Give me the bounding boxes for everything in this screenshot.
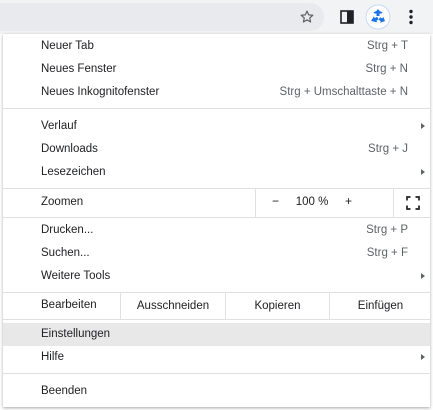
menu-item-shortcut: Strg + T: [366, 40, 408, 52]
menu-item-zoom: Zoomen − 100 % +: [3, 189, 430, 217]
menu-item-label: Einstellungen: [41, 328, 111, 340]
zoom-label: Zoomen: [41, 196, 84, 208]
menu-item-new-incognito-window[interactable]: Neues Inkognitofenster Strg + Umschaltta…: [3, 81, 430, 104]
menu-item-edit: Bearbeiten Ausschneiden Kopieren Einfüge…: [3, 293, 430, 319]
star-icon[interactable]: [294, 4, 320, 30]
submenu-arrow-icon: [421, 123, 425, 129]
zoom-out-button[interactable]: −: [272, 194, 279, 208]
menu-item-label: Verlauf: [41, 120, 77, 132]
zoom-in-button[interactable]: +: [345, 194, 352, 208]
menu-item-label: Neues Fenster: [41, 63, 117, 75]
fullscreen-button[interactable]: [393, 189, 432, 217]
menu-item-more-tools[interactable]: Weitere Tools: [3, 265, 430, 288]
menu-item-label: Downloads: [41, 143, 98, 155]
menu-item-label: Hilfe: [41, 351, 65, 363]
copy-button[interactable]: Kopieren: [225, 293, 329, 319]
address-bar[interactable]: [0, 3, 324, 31]
browser-toolbar: [0, 0, 433, 34]
menu-item-label: Beenden: [41, 385, 88, 397]
menu-item-new-tab[interactable]: Neuer Tab Strg + T: [3, 35, 430, 58]
menu-item-new-window[interactable]: Neues Fenster Strg + N: [3, 58, 430, 81]
menu-item-exit[interactable]: Beenden: [3, 380, 430, 403]
fullscreen-icon: [406, 196, 420, 210]
menu-item-bookmarks[interactable]: Lesezeichen: [3, 161, 430, 184]
submenu-arrow-icon: [421, 354, 425, 360]
submenu-arrow-icon: [421, 169, 425, 175]
menu-item-label: Neuer Tab: [41, 40, 94, 52]
menu-item-downloads[interactable]: Downloads Strg + J: [3, 138, 430, 161]
menu-item-history[interactable]: Verlauf: [3, 115, 430, 138]
menu-item-label: Suchen...: [41, 247, 90, 259]
edit-label: Bearbeiten: [41, 299, 97, 311]
menu-separator: [3, 319, 430, 320]
zoom-controls: − 100 % +: [255, 189, 431, 217]
menu-item-shortcut: Strg + P: [366, 224, 408, 236]
menu-item-find[interactable]: Suchen... Strg + F: [3, 242, 430, 265]
zoom-level: 100 %: [295, 196, 329, 208]
menu-item-print[interactable]: Drucken... Strg + P: [3, 219, 430, 242]
submenu-arrow-icon: [421, 273, 425, 279]
menu-item-shortcut: Strg + Umschalttaste + N: [279, 86, 408, 98]
menu-item-shortcut: Strg + J: [368, 143, 408, 155]
paste-button[interactable]: Einfügen: [329, 293, 431, 319]
menu-item-help[interactable]: Hilfe: [3, 346, 430, 369]
menu-separator: [3, 108, 430, 109]
menu-item-label: Neues Inkognitofenster: [41, 86, 160, 98]
menu-item-label: Weitere Tools: [41, 270, 111, 282]
side-panel-icon[interactable]: [334, 4, 360, 30]
cut-button[interactable]: Ausschneiden: [120, 293, 225, 319]
chrome-main-menu: Neuer Tab Strg + T Neues Fenster Strg + …: [3, 34, 430, 407]
menu-dots-icon[interactable]: [398, 4, 424, 30]
menu-item-label: Lesezeichen: [41, 166, 106, 178]
menu-item-settings[interactable]: Einstellungen: [3, 323, 430, 346]
profile-avatar-icon[interactable]: [364, 3, 392, 31]
menu-item-shortcut: Strg + F: [366, 247, 408, 259]
menu-item-shortcut: Strg + N: [365, 63, 408, 75]
menu-separator: [3, 217, 430, 218]
menu-item-label: Drucken...: [41, 224, 94, 236]
menu-separator: [3, 373, 430, 374]
